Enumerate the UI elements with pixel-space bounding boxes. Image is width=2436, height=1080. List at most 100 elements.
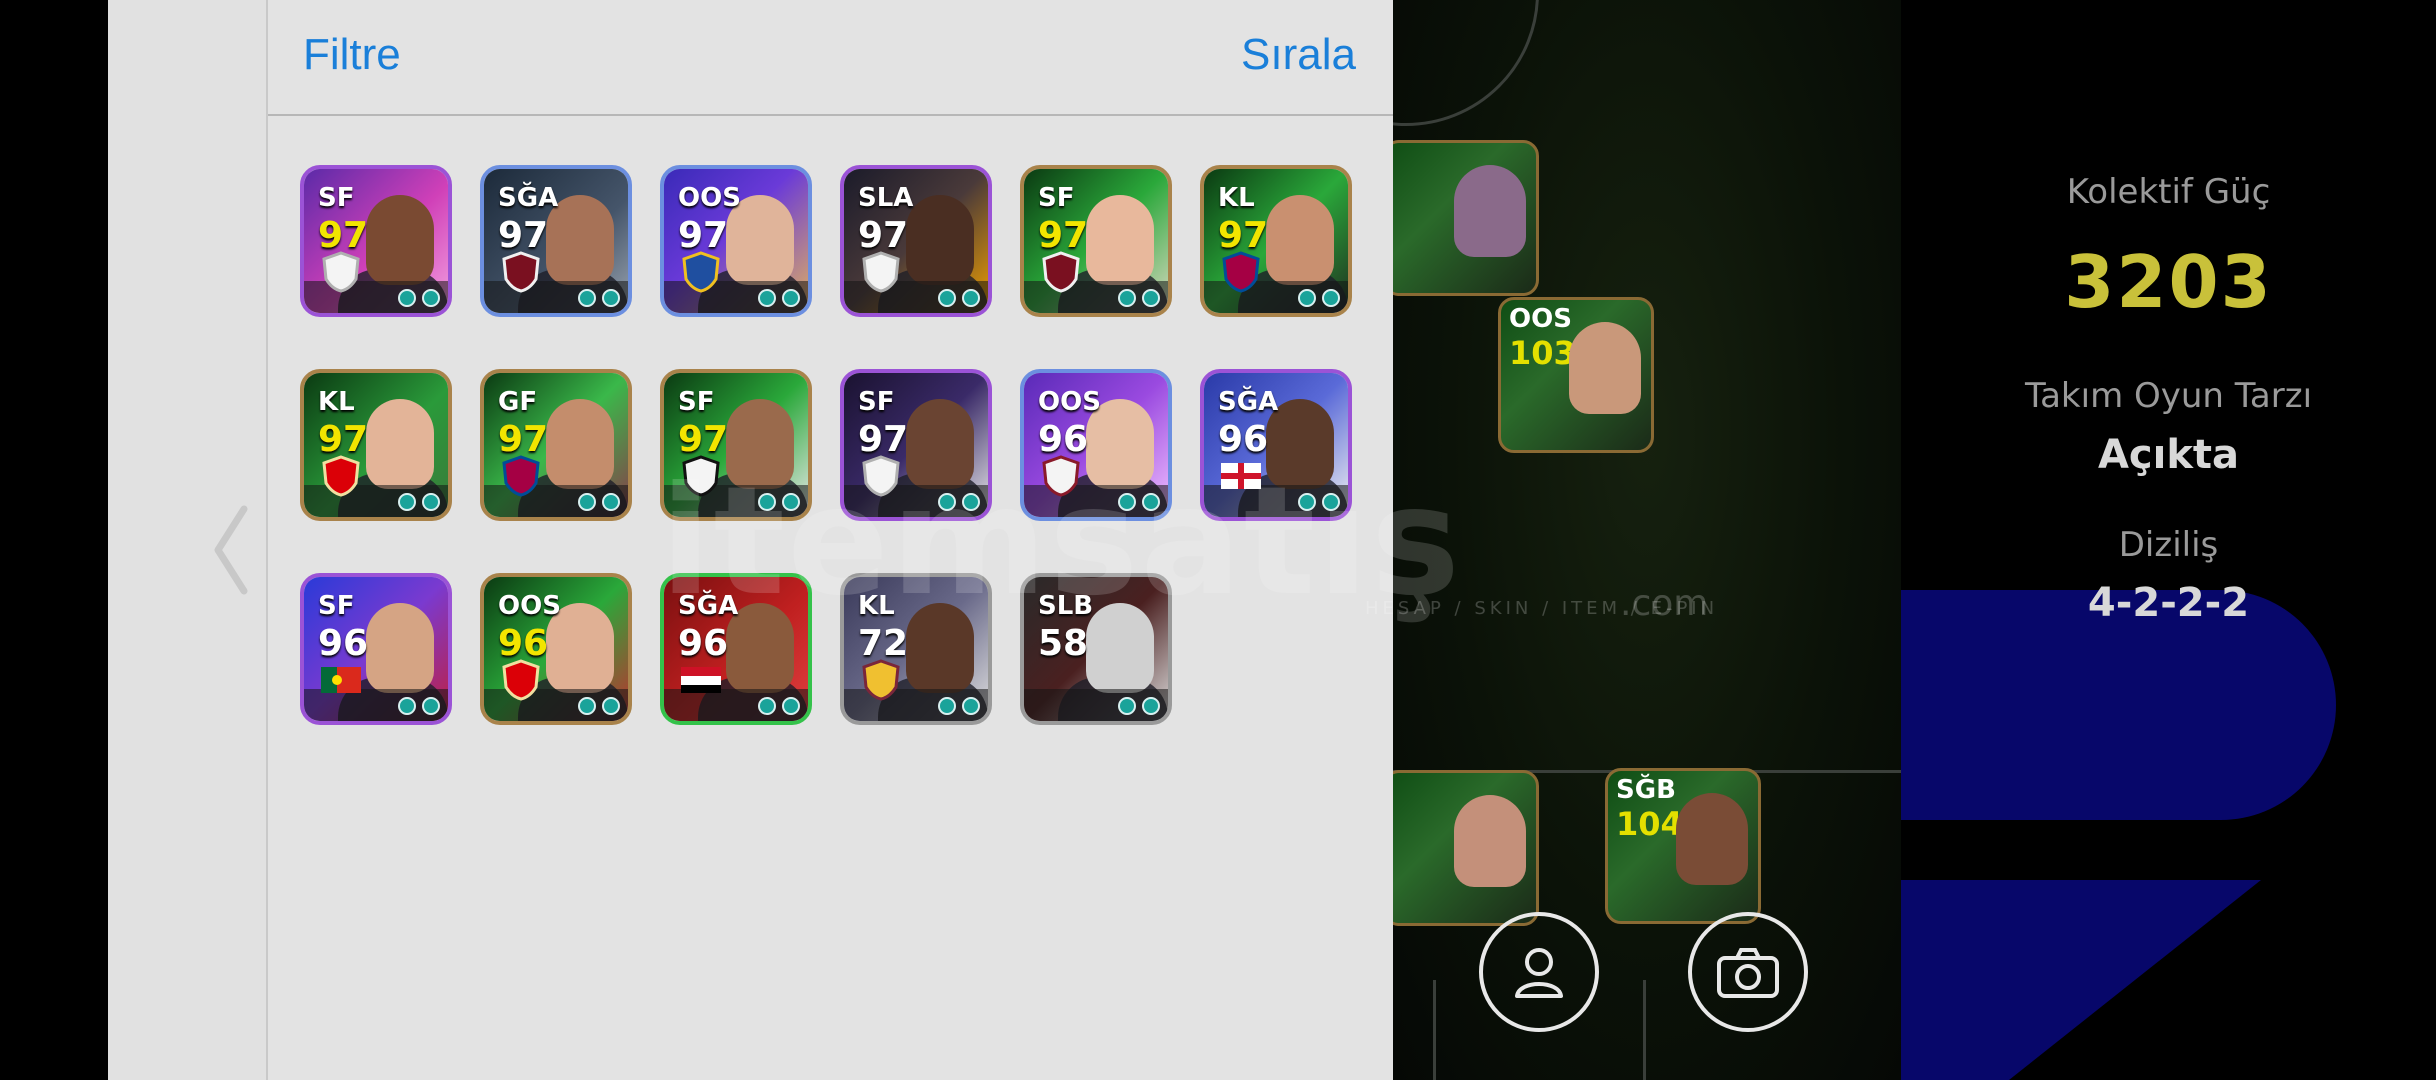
card-background: OOS 96 [484, 577, 628, 721]
skill-dot [962, 289, 980, 307]
player-position: SF [318, 591, 355, 621]
skill-dot [602, 697, 620, 715]
player-card[interactable]: SĞA 96 [660, 573, 812, 725]
skill-indicators [1118, 289, 1160, 307]
camera-icon [1717, 948, 1779, 998]
player-position: SF [318, 183, 355, 213]
skill-indicators [1118, 697, 1160, 715]
skill-dot [782, 289, 800, 307]
skill-indicators [758, 697, 800, 715]
player-position: SĞA [678, 591, 739, 621]
player-position: SĞB [1616, 775, 1676, 805]
vissel-crest-icon [1042, 455, 1080, 497]
filter-button[interactable]: Filtre [303, 30, 401, 80]
barca-crest-icon [1222, 251, 1260, 293]
card-background: KL 97 [1204, 169, 1348, 313]
skill-indicators [938, 493, 980, 511]
skill-indicators [938, 289, 980, 307]
white-crest-icon [862, 251, 900, 293]
player-portrait [1454, 165, 1526, 257]
portugal-flag-icon [321, 667, 361, 693]
player-card[interactable]: SF 97 [660, 369, 812, 521]
skill-dot [938, 697, 956, 715]
player-position: SF [1038, 183, 1075, 213]
pitch-player-card[interactable]: OOS 103 [1498, 297, 1654, 453]
player-card[interactable]: OOS 96 [1020, 369, 1172, 521]
white-crest-icon [322, 251, 360, 293]
player-card[interactable]: SF 97 [1020, 165, 1172, 317]
player-position: GF [498, 387, 538, 417]
player-portrait [366, 399, 434, 489]
skill-dot [422, 493, 440, 511]
player-rating: 103 [1509, 334, 1576, 372]
player-card[interactable]: SLA 97 [840, 165, 992, 317]
card-background: SĞA 97 [484, 169, 628, 313]
player-card[interactable]: SF 97 [840, 369, 992, 521]
camera-button[interactable] [1688, 912, 1808, 1032]
player-card[interactable]: OOS 97 [660, 165, 812, 317]
player-card[interactable]: SF 97 [300, 165, 452, 317]
skill-dot [398, 697, 416, 715]
player-portrait [906, 603, 974, 693]
player-card[interactable]: SF 96 [300, 573, 452, 725]
pitch-player-card[interactable] [1393, 770, 1539, 926]
chevron-left-icon[interactable] [210, 505, 250, 595]
red-crest-icon [1042, 251, 1080, 293]
skill-dot [602, 289, 620, 307]
skill-dot [398, 493, 416, 511]
player-card[interactable]: KL 97 [300, 369, 452, 521]
player-card[interactable]: OOS 96 [480, 573, 632, 725]
arsenal-crest-icon [502, 659, 540, 701]
player-rating: 96 [1038, 419, 1089, 460]
drawer-header: Filtre Sırala [268, 0, 1393, 116]
player-card[interactable]: SĞA 97 [480, 165, 632, 317]
decorative-shape [1901, 880, 2261, 1080]
player-portrait [906, 195, 974, 285]
player-portrait [546, 399, 614, 489]
player-rating: 97 [678, 215, 729, 256]
player-rating: 72 [858, 623, 909, 664]
card-background: KL 97 [304, 373, 448, 517]
player-position: OOS [1038, 387, 1101, 417]
player-rating: 97 [858, 419, 909, 460]
center-circle [1393, 0, 1539, 126]
card-background: OOS 96 [1024, 373, 1168, 517]
skill-indicators [578, 493, 620, 511]
skill-indicators [1298, 493, 1340, 511]
skill-dot [578, 493, 596, 511]
player-card[interactable]: KL 72 [840, 573, 992, 725]
player-rating: 96 [318, 623, 369, 664]
player-card[interactable]: KL 97 [1200, 165, 1352, 317]
skill-indicators [578, 289, 620, 307]
player-rating: 97 [1038, 215, 1089, 256]
player-position: SĞA [498, 183, 559, 213]
card-background: SF 97 [1024, 169, 1168, 313]
formation-value: 4-2-2-2 [2087, 580, 2250, 626]
sort-button[interactable]: Sırala [1241, 30, 1356, 80]
card-background: GF 97 [484, 373, 628, 517]
pitch-player-card[interactable]: SĞB 104 [1605, 768, 1761, 924]
barca-crest-icon [502, 455, 540, 497]
player-card[interactable]: GF 97 [480, 369, 632, 521]
player-position: KL [858, 591, 895, 621]
player-position: SĞA [1218, 387, 1279, 417]
player-portrait [366, 603, 434, 693]
player-card[interactable]: SĞA 96 [1200, 369, 1352, 521]
player-rating: 97 [498, 215, 549, 256]
player-card[interactable]: SLB 58 [1020, 573, 1172, 725]
skill-indicators [938, 697, 980, 715]
collective-power-value: 3203 [2064, 240, 2273, 324]
player-rating: 97 [318, 215, 369, 256]
skill-dot [962, 697, 980, 715]
player-portrait [726, 399, 794, 489]
pitch-line [1433, 980, 1436, 1080]
skill-dot [1118, 289, 1136, 307]
player-position: OOS [1509, 304, 1572, 334]
card-background: SF 96 [304, 577, 448, 721]
card-background: SF 97 [664, 373, 808, 517]
player-position: OOS [678, 183, 741, 213]
player-rating: 104 [1616, 805, 1683, 843]
profile-button[interactable] [1479, 912, 1599, 1032]
white-crest-icon [862, 455, 900, 497]
pitch-player-card[interactable] [1393, 140, 1539, 296]
